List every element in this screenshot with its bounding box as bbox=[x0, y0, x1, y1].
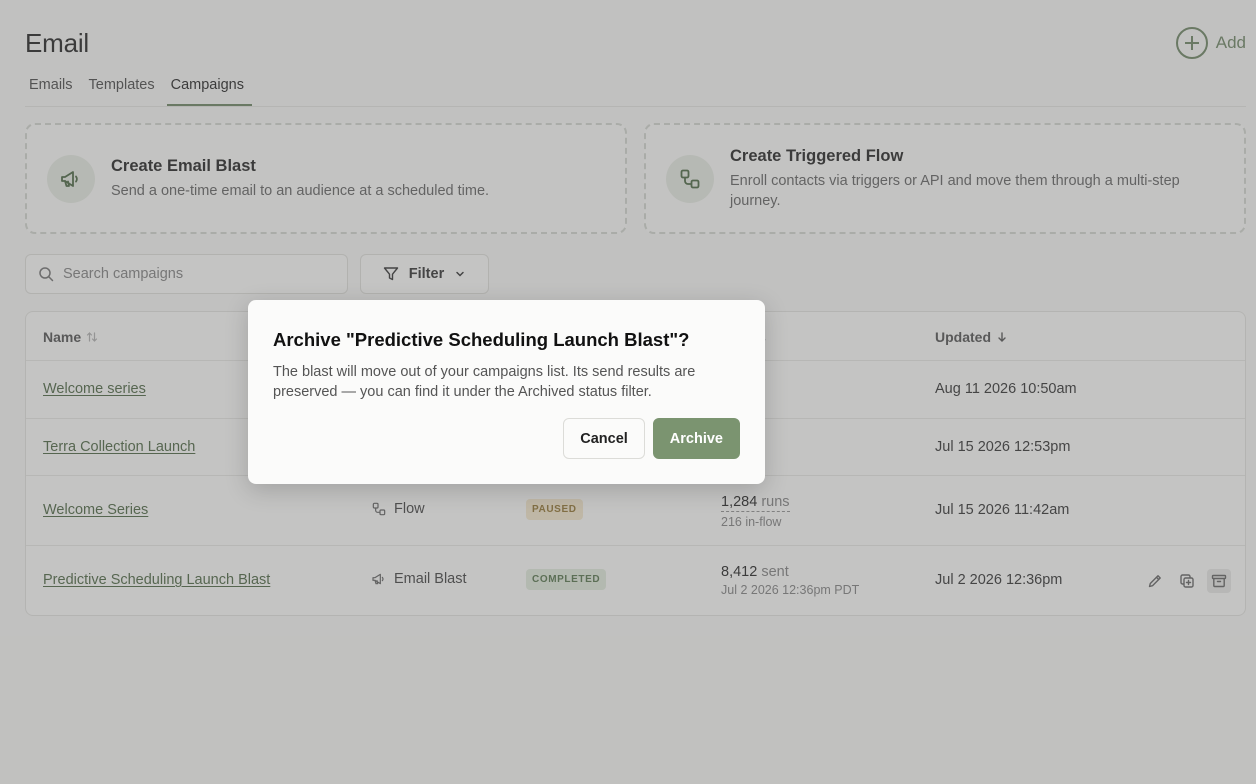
dialog-body: The blast will move out of your campaign… bbox=[273, 364, 696, 400]
archive-confirm-dialog: Archive "Predictive Scheduling Launch Bl… bbox=[248, 300, 765, 484]
dialog-actions: Cancel Archive bbox=[563, 418, 740, 459]
dialog-title: Archive "Predictive Scheduling Launch Bl… bbox=[273, 329, 690, 350]
cancel-button[interactable]: Cancel bbox=[563, 418, 645, 459]
archive-confirm-button[interactable]: Archive bbox=[652, 418, 740, 459]
email-campaigns-page: Email Add Emails Templates Campaigns Cre… bbox=[0, 0, 1256, 784]
